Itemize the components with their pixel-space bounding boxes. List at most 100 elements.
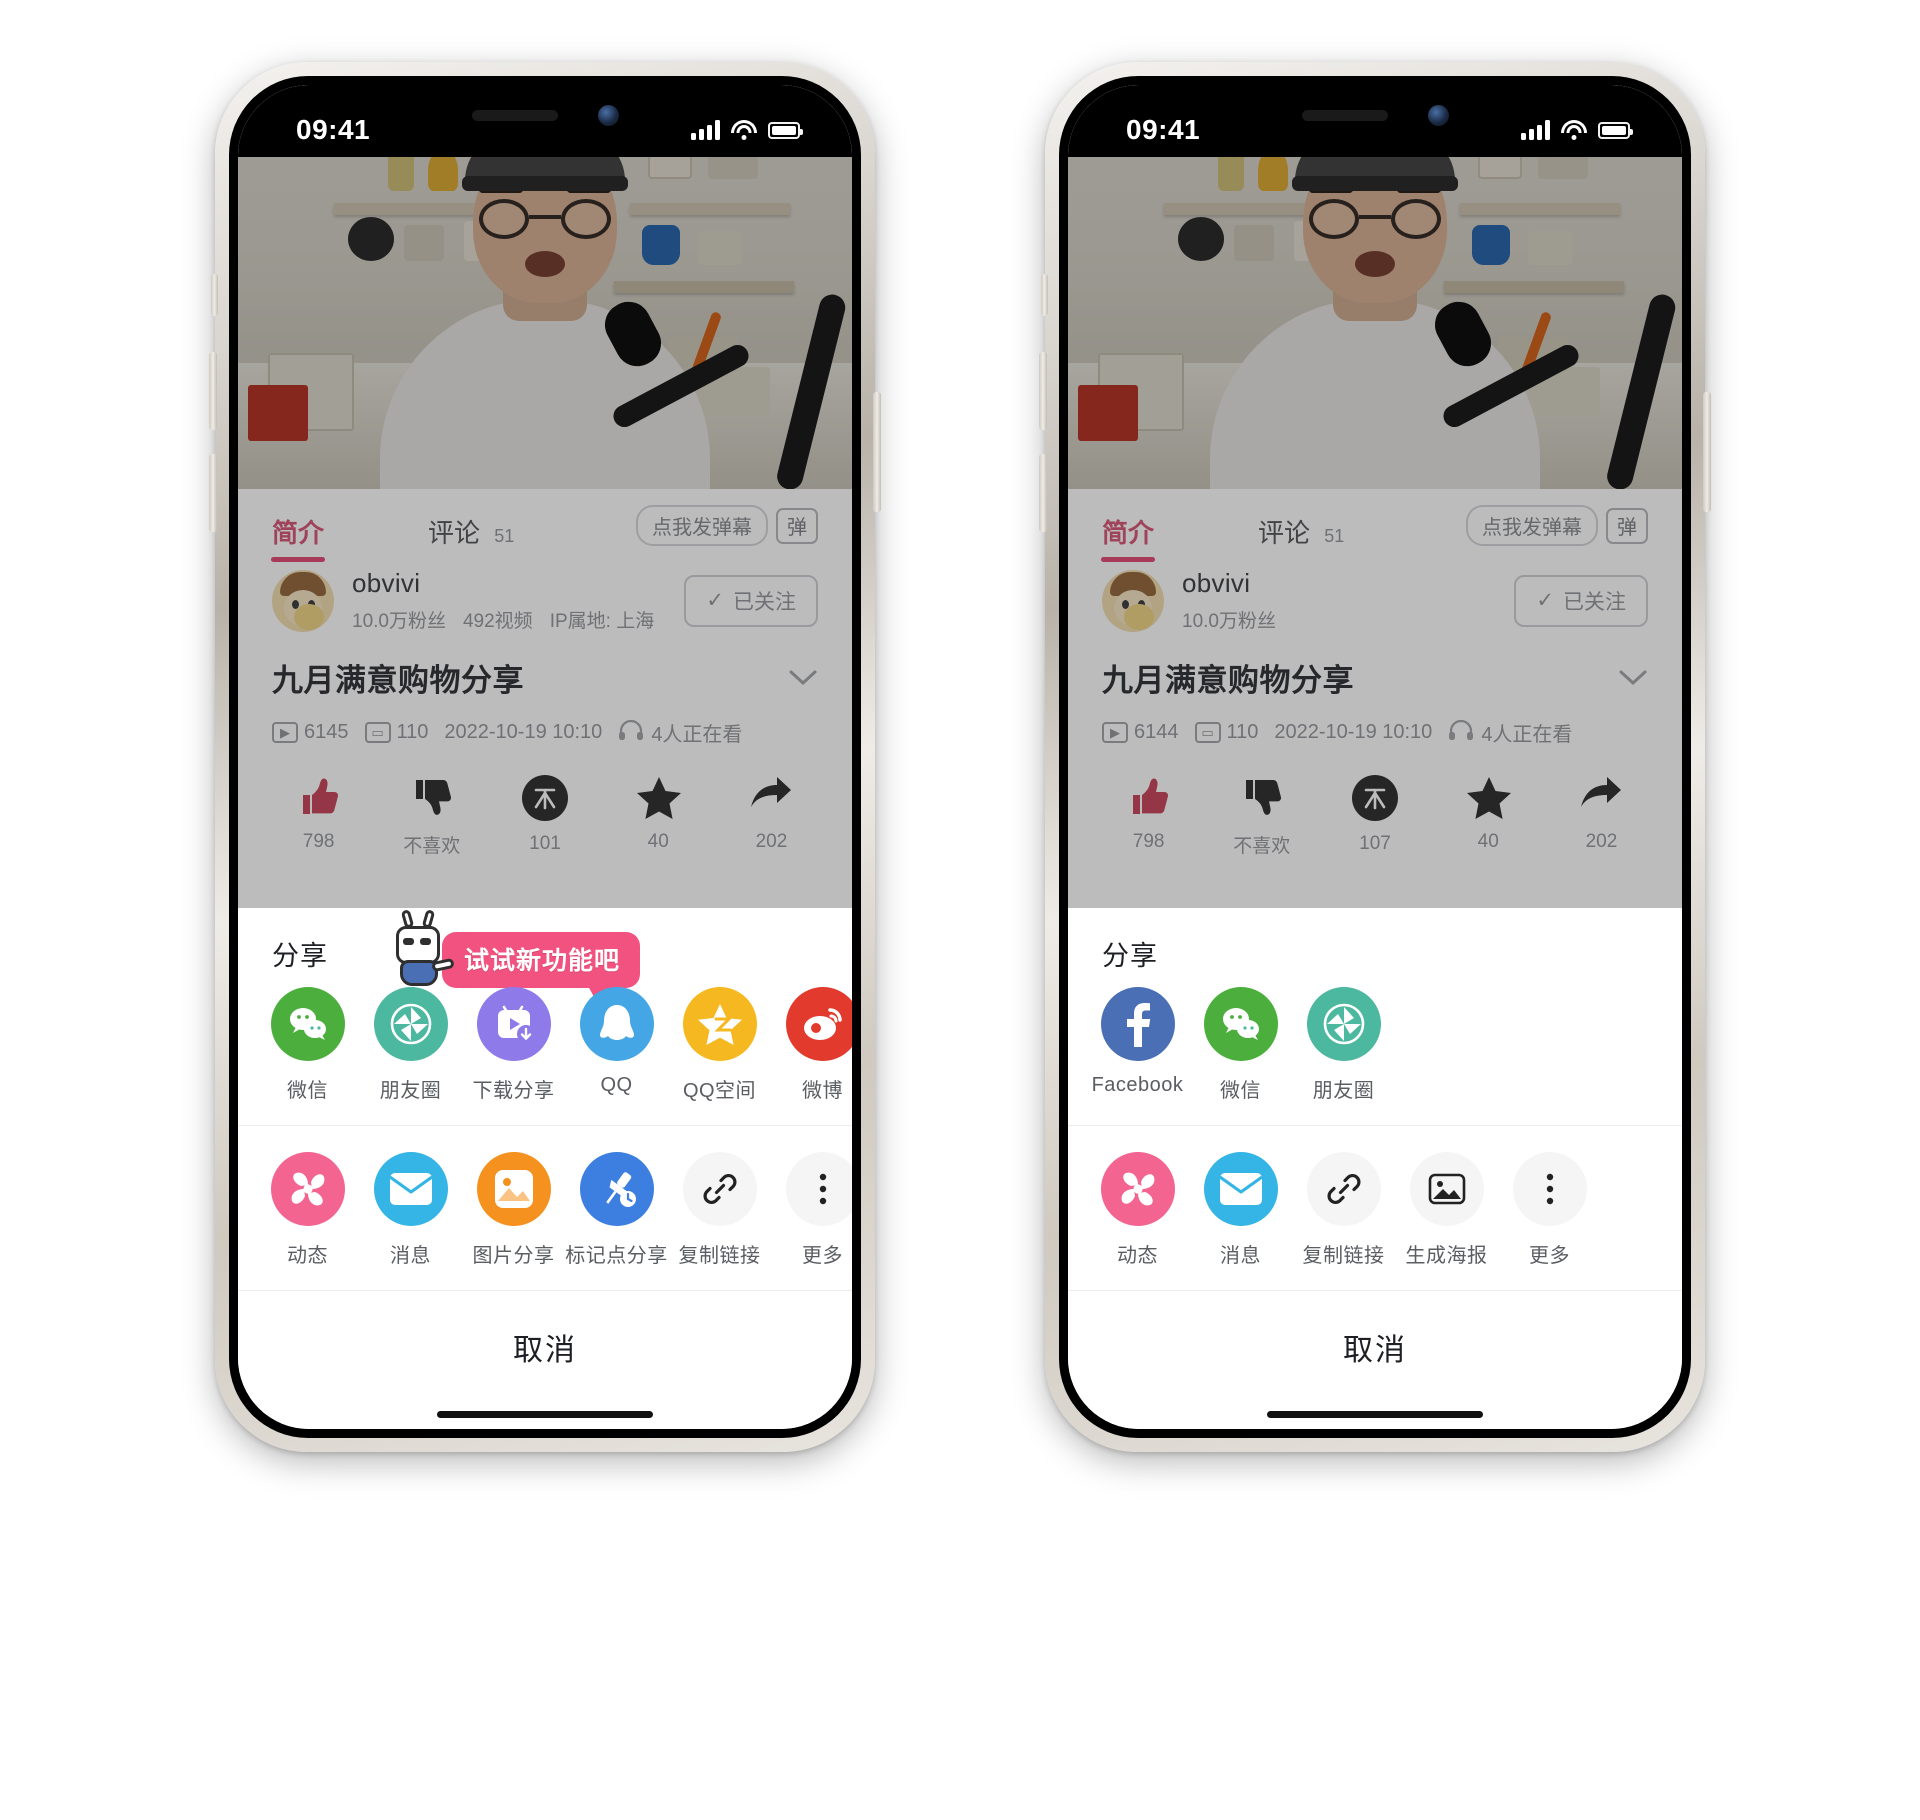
facebook-icon bbox=[1100, 987, 1175, 1061]
share-option[interactable]: 朋友圈 bbox=[1292, 987, 1395, 1103]
share-sheet-header: 分享 bbox=[1068, 908, 1682, 979]
chevron-down-icon[interactable] bbox=[788, 662, 818, 694]
silent-switch[interactable] bbox=[1041, 274, 1048, 316]
action-share[interactable]: 202 bbox=[1545, 775, 1658, 858]
share-option[interactable]: QQ空间 bbox=[668, 987, 771, 1103]
share-option[interactable]: 动态 bbox=[1086, 1152, 1189, 1268]
power-button[interactable] bbox=[1703, 392, 1711, 512]
moments-icon bbox=[1306, 987, 1381, 1061]
page-title: 九月满意购物分享 bbox=[1102, 663, 1354, 698]
share-option-label: 更多 bbox=[1529, 1245, 1570, 1267]
volume-up-button[interactable] bbox=[1039, 352, 1047, 430]
share-option-label: QQ bbox=[600, 1074, 633, 1096]
share-option-label: 图片分享 bbox=[472, 1245, 555, 1267]
share-option-label: 复制链接 bbox=[1302, 1245, 1385, 1267]
action-coin[interactable]: 107 bbox=[1318, 775, 1431, 858]
danmaku-entry[interactable]: 点我发弹幕 弹 bbox=[1466, 505, 1648, 546]
share-option-label: 朋友圈 bbox=[379, 1080, 442, 1102]
video-title-row[interactable]: 九月满意购物分享 bbox=[1068, 633, 1682, 700]
share-option[interactable]: 图片分享 bbox=[462, 1152, 565, 1268]
power-button[interactable] bbox=[873, 392, 881, 512]
volume-down-button[interactable] bbox=[209, 454, 217, 532]
share-option[interactable]: Facebook bbox=[1086, 987, 1189, 1103]
danmaku-entry[interactable]: 点我发弹幕 弹 bbox=[636, 505, 818, 546]
share-option[interactable]: 微信 bbox=[256, 987, 359, 1103]
star-icon bbox=[636, 775, 682, 819]
image-share-icon bbox=[476, 1152, 551, 1226]
action-label: 40 bbox=[647, 831, 669, 852]
uploader-row[interactable]: obvivi 10.0万粉丝 ✓ 已关注 bbox=[1068, 564, 1682, 633]
avatar[interactable] bbox=[272, 569, 334, 632]
tab-intro[interactable]: 简介 bbox=[272, 505, 324, 564]
share-option[interactable]: 更多 bbox=[1498, 1152, 1601, 1268]
video-stat-value: 110 bbox=[1226, 721, 1259, 743]
follow-label: 已关注 bbox=[1563, 590, 1626, 614]
action-share[interactable]: 202 bbox=[715, 775, 828, 858]
action-thumbs-up[interactable]: 798 bbox=[1092, 775, 1205, 858]
volume-down-button[interactable] bbox=[1039, 454, 1047, 532]
share-option-label: 下载分享 bbox=[472, 1080, 555, 1102]
tab-comment[interactable]: 评论 51 bbox=[1258, 505, 1344, 564]
chevron-down-icon[interactable] bbox=[1618, 662, 1648, 694]
cancel-button[interactable]: 取消 bbox=[1068, 1290, 1682, 1399]
tab-label: 简介 bbox=[272, 518, 325, 548]
battery-icon bbox=[1598, 121, 1633, 139]
avatar[interactable] bbox=[1102, 569, 1164, 632]
share-option[interactable]: 更多 bbox=[771, 1152, 852, 1268]
notch bbox=[420, 85, 670, 153]
action-thumbs-up[interactable]: 798 bbox=[262, 775, 375, 858]
uploader-row[interactable]: obvivi 10.0万粉丝 492视频 IP属地: 上海 ✓ 已关注 bbox=[238, 564, 852, 633]
earpiece-speaker bbox=[1301, 109, 1388, 121]
tab-comment[interactable]: 评论 51 bbox=[428, 505, 514, 564]
share-sheet: 分享 Facebook 微信 朋友圈 动态 消息 复制链接 生成海报 更多 取消 bbox=[1068, 908, 1682, 1429]
bilibili-mascot-icon bbox=[388, 909, 455, 988]
follow-button[interactable]: ✓ 已关注 bbox=[684, 574, 818, 627]
uploader-meta-item: 492视频 bbox=[462, 611, 533, 632]
share-option[interactable]: QQ bbox=[565, 987, 668, 1103]
message-icon bbox=[373, 1152, 448, 1226]
action-thumbs-down[interactable]: 不喜欢 bbox=[375, 775, 488, 858]
video-title-row[interactable]: 九月满意购物分享 bbox=[238, 633, 852, 700]
home-indicator[interactable] bbox=[1068, 1399, 1682, 1429]
action-star[interactable]: 40 bbox=[1432, 775, 1545, 858]
share-option[interactable]: 复制链接 bbox=[668, 1152, 771, 1268]
share-option[interactable]: 消息 bbox=[1189, 1152, 1292, 1268]
danmaku-toggle-icon[interactable]: 弹 bbox=[776, 507, 818, 544]
share-option[interactable]: 微信 bbox=[1189, 987, 1292, 1103]
action-coin[interactable]: 101 bbox=[488, 775, 601, 858]
video-stat-value: 6144 bbox=[1134, 721, 1179, 743]
share-option[interactable]: 微博 bbox=[771, 987, 852, 1103]
uploader-name[interactable]: obvivi bbox=[1182, 568, 1276, 599]
share-option[interactable]: 消息 bbox=[359, 1152, 462, 1268]
share-option[interactable]: 动态 bbox=[256, 1152, 359, 1268]
action-thumbs-down[interactable]: 不喜欢 bbox=[1205, 775, 1318, 858]
danmaku-input[interactable]: 点我发弹幕 bbox=[1466, 505, 1598, 546]
cancel-button[interactable]: 取消 bbox=[238, 1290, 852, 1399]
home-indicator[interactable] bbox=[238, 1399, 852, 1429]
share-option[interactable]: 生成海报 bbox=[1395, 1152, 1498, 1268]
share-option-label: 微信 bbox=[287, 1080, 328, 1102]
uploader-meta-item: IP属地: 上海 bbox=[549, 611, 655, 632]
share-option[interactable]: 下载分享 bbox=[462, 987, 565, 1103]
promo-tooltip[interactable]: 试试新功能吧 bbox=[388, 909, 641, 1004]
silent-switch[interactable] bbox=[211, 274, 218, 316]
screen-left: 09:41 简介 评论 51 点我发弹幕 弹 obvivi 10.0万粉丝 49… bbox=[238, 85, 852, 1429]
volume-up-button[interactable] bbox=[209, 352, 217, 430]
danmaku-toggle-icon[interactable]: 弹 bbox=[1606, 507, 1648, 544]
share-option[interactable]: 标记点分享 bbox=[565, 1152, 668, 1268]
dynamic-icon bbox=[270, 1152, 345, 1226]
video-stat: 2022-10-19 10:10 bbox=[1274, 721, 1432, 744]
screen-right: 09:41 简介 评论 51 点我发弹幕 弹 obvivi 10.0万粉丝 ✓ … bbox=[1068, 85, 1682, 1429]
share-option[interactable]: 复制链接 bbox=[1292, 1152, 1395, 1268]
action-star[interactable]: 40 bbox=[602, 775, 715, 858]
uploader-name[interactable]: obvivi bbox=[352, 568, 654, 599]
tab-intro[interactable]: 简介 bbox=[1102, 505, 1154, 564]
danmaku-input[interactable]: 点我发弹幕 bbox=[636, 505, 768, 546]
share-option-label: Facebook bbox=[1091, 1074, 1184, 1096]
tab-label: 评论 bbox=[428, 518, 481, 548]
moments-icon bbox=[373, 987, 448, 1061]
iphone-device-left: 09:41 简介 评论 51 点我发弹幕 弹 obvivi 10.0万粉丝 49… bbox=[209, 62, 881, 1452]
share-option[interactable]: 朋友圈 bbox=[359, 987, 462, 1103]
link-icon bbox=[682, 1152, 757, 1226]
follow-button[interactable]: ✓ 已关注 bbox=[1514, 574, 1648, 627]
